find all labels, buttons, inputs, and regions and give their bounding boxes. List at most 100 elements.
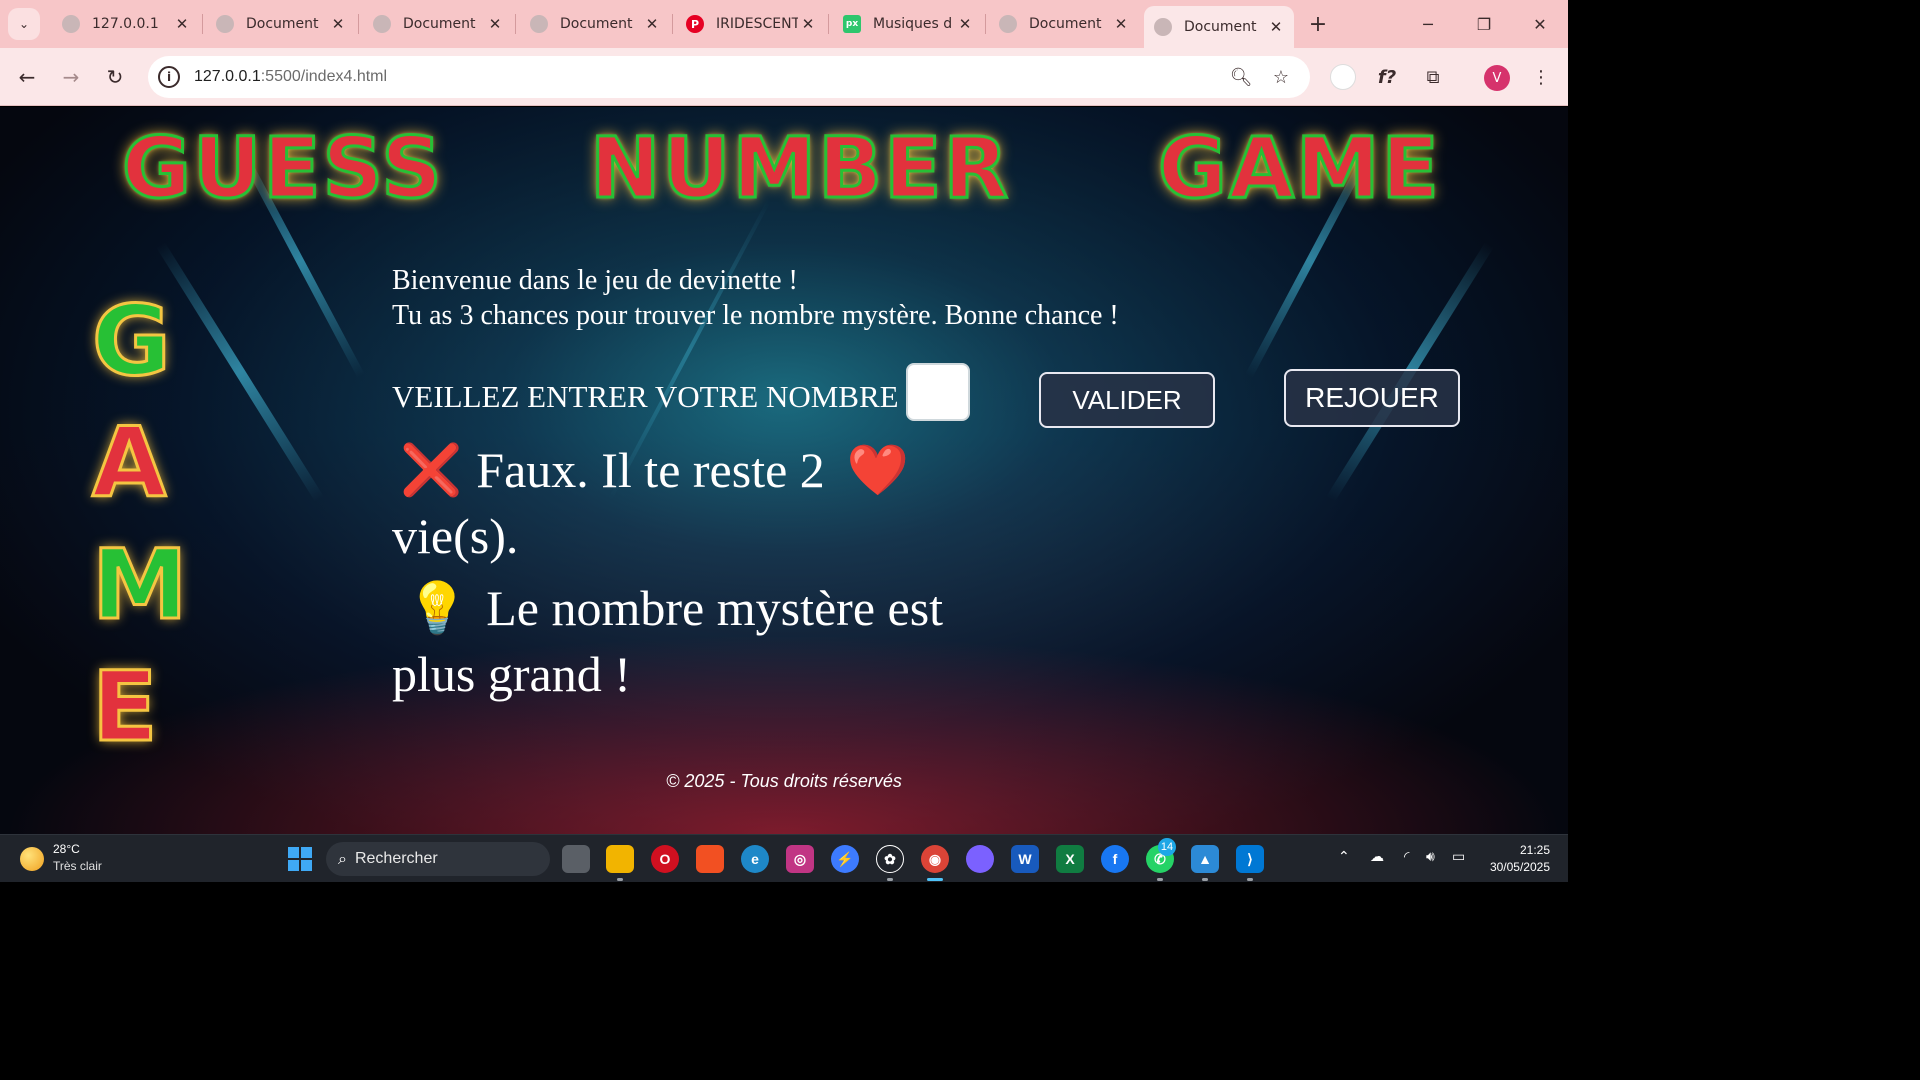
hint-text: Le nombre mystère est plus grand ! [392, 580, 944, 702]
font-finder-extension-icon[interactable]: f? [1372, 62, 1402, 92]
reload-button[interactable]: ↻ [100, 62, 130, 92]
instagram-icon[interactable]: ◎ [786, 845, 814, 873]
tab-separator [985, 14, 986, 34]
chatgpt-icon[interactable]: ✿ [876, 845, 904, 873]
title-word-number: NUMBER [588, 118, 1011, 219]
vscode-icon[interactable]: ⟩ [1236, 845, 1264, 873]
weather-moon-icon[interactable] [20, 847, 44, 871]
file-explorer-icon[interactable] [606, 845, 634, 873]
tab-4[interactable]: Document ✕ [520, 6, 670, 42]
lightbulb-icon: 💡 [406, 580, 469, 636]
close-icon[interactable]: ✕ [328, 14, 348, 34]
volume-icon[interactable]: 🔊︎ [1426, 849, 1435, 865]
clock-date: 30/05/2025 [1489, 860, 1550, 874]
close-icon[interactable]: ✕ [1266, 17, 1286, 37]
globe-icon [373, 15, 391, 33]
address-bar[interactable]: i 127.0.0.1:5500/index4.html 🔍︎ ☆ [148, 56, 1310, 98]
weather-description[interactable]: Très clair [53, 859, 102, 873]
excel-icon[interactable]: X [1056, 845, 1084, 873]
forward-button[interactable]: → [56, 62, 86, 92]
tab-title: Document [403, 16, 476, 32]
taskbar-search[interactable]: ⌕ Rechercher [326, 842, 550, 876]
side-letter-e: E [91, 651, 160, 763]
tray-chevron-up-icon[interactable]: ⌃ [1338, 849, 1350, 865]
validate-button[interactable]: VALIDER [1039, 372, 1215, 428]
title-word-game: GAME [1157, 118, 1441, 219]
tab-6[interactable]: px Musiques d ✕ [833, 6, 983, 42]
zoom-icon[interactable]: 🔍︎ [1230, 66, 1253, 88]
globe-icon [1154, 18, 1172, 36]
copilot-icon[interactable] [966, 845, 994, 873]
messenger-icon[interactable]: ⚡ [831, 845, 859, 873]
page-viewport: GUESS NUMBER GAME G A M E Bienvenue dans… [0, 107, 1568, 834]
tab-title: 127.0.0.1 [92, 16, 159, 32]
onedrive-offline-icon[interactable]: ☁ [1370, 849, 1384, 865]
title-word-guess: GUESS [121, 118, 444, 219]
globe-icon [216, 15, 234, 33]
restore-button[interactable]: ❐ [1456, 0, 1512, 48]
tab-separator [358, 14, 359, 34]
site-info-icon[interactable]: i [158, 66, 180, 88]
intro-line-1: Bienvenue dans le jeu de devinette ! [392, 265, 798, 296]
taskbar-clock[interactable]: 21:25 30/05/2025 [1480, 842, 1550, 876]
result-tail: vie(s). [392, 508, 519, 564]
number-input[interactable] [906, 363, 970, 421]
extensions-puzzle-icon[interactable]: ⧉ [1418, 62, 1448, 92]
pixabay-icon: px [843, 15, 861, 33]
windows-start-icon[interactable] [288, 847, 312, 871]
tab-title: Document [560, 16, 633, 32]
light-beam [156, 242, 324, 502]
close-icon[interactable]: ✕ [955, 14, 975, 34]
close-icon[interactable]: ✕ [798, 14, 818, 34]
close-window-button[interactable]: ✕ [1512, 0, 1568, 48]
tab-search-button[interactable]: ⌄ [8, 8, 40, 40]
tab-7[interactable]: Document ✕ [989, 6, 1139, 42]
back-button[interactable]: ← [12, 62, 42, 92]
word-icon[interactable]: W [1011, 845, 1039, 873]
search-label: Rechercher [354, 850, 438, 867]
globe-icon [999, 15, 1017, 33]
wifi-icon[interactable]: ◜ [1404, 849, 1409, 865]
number-prompt-label: VEILLEZ ENTRER VOTRE NOMBRE : [392, 379, 915, 414]
globe-icon [530, 15, 548, 33]
running-indicator [1157, 878, 1163, 881]
close-icon[interactable]: ✕ [642, 14, 662, 34]
new-tab-button[interactable]: + [1304, 10, 1332, 38]
replay-button[interactable]: REJOUER [1284, 369, 1460, 427]
edge-icon[interactable]: e [741, 845, 769, 873]
bookmark-star-icon[interactable]: ☆ [1270, 66, 1292, 88]
tab-separator [202, 14, 203, 34]
running-indicator [1202, 878, 1208, 881]
tab-3[interactable]: Document ✕ [363, 6, 513, 42]
kebab-menu-icon[interactable]: ⋮ [1526, 62, 1556, 92]
heart-icon: ❤️ [846, 442, 910, 498]
copyright-footer: © 2025 - Tous droits réservés [666, 771, 902, 791]
running-indicator [1247, 878, 1253, 881]
running-indicator-active [927, 878, 943, 881]
tab-separator [515, 14, 516, 34]
close-icon[interactable]: ✕ [485, 14, 505, 34]
minimize-button[interactable]: ─ [1400, 0, 1456, 48]
tab-8-active[interactable]: Document ✕ [1144, 6, 1294, 48]
tab-5[interactable]: P IRIDESCENT ✕ [676, 6, 826, 42]
color-picker-extension-icon[interactable] [1328, 62, 1358, 92]
weather-temperature[interactable]: 28°C [53, 842, 80, 856]
facebook-icon[interactable]: f [1101, 845, 1129, 873]
address-host: 127.0.0.1 [194, 68, 261, 85]
close-icon[interactable]: ✕ [172, 14, 192, 34]
tab-separator [828, 14, 829, 34]
profile-avatar[interactable]: V [1484, 65, 1510, 91]
opera-icon[interactable]: O [651, 845, 679, 873]
close-icon[interactable]: ✕ [1111, 14, 1131, 34]
microsoft-store-icon[interactable] [696, 845, 724, 873]
task-view-icon[interactable] [562, 845, 590, 873]
tab-title: Document [1029, 16, 1102, 32]
pinterest-icon: P [686, 15, 704, 33]
tab-2[interactable]: Document ✕ [206, 6, 356, 42]
chrome-icon[interactable]: ◉ [921, 845, 949, 873]
result-message: ❌ Faux. Il te reste 2 ❤️ vie(s). [392, 437, 1032, 569]
battery-icon[interactable]: ▭ [1452, 849, 1465, 865]
tab-1[interactable]: 127.0.0.1 ✕ [52, 6, 200, 42]
photos-icon[interactable]: ▲ [1191, 845, 1219, 873]
browser-toolbar: ← → ↻ i 127.0.0.1:5500/index4.html 🔍︎ ☆ … [0, 48, 1568, 106]
